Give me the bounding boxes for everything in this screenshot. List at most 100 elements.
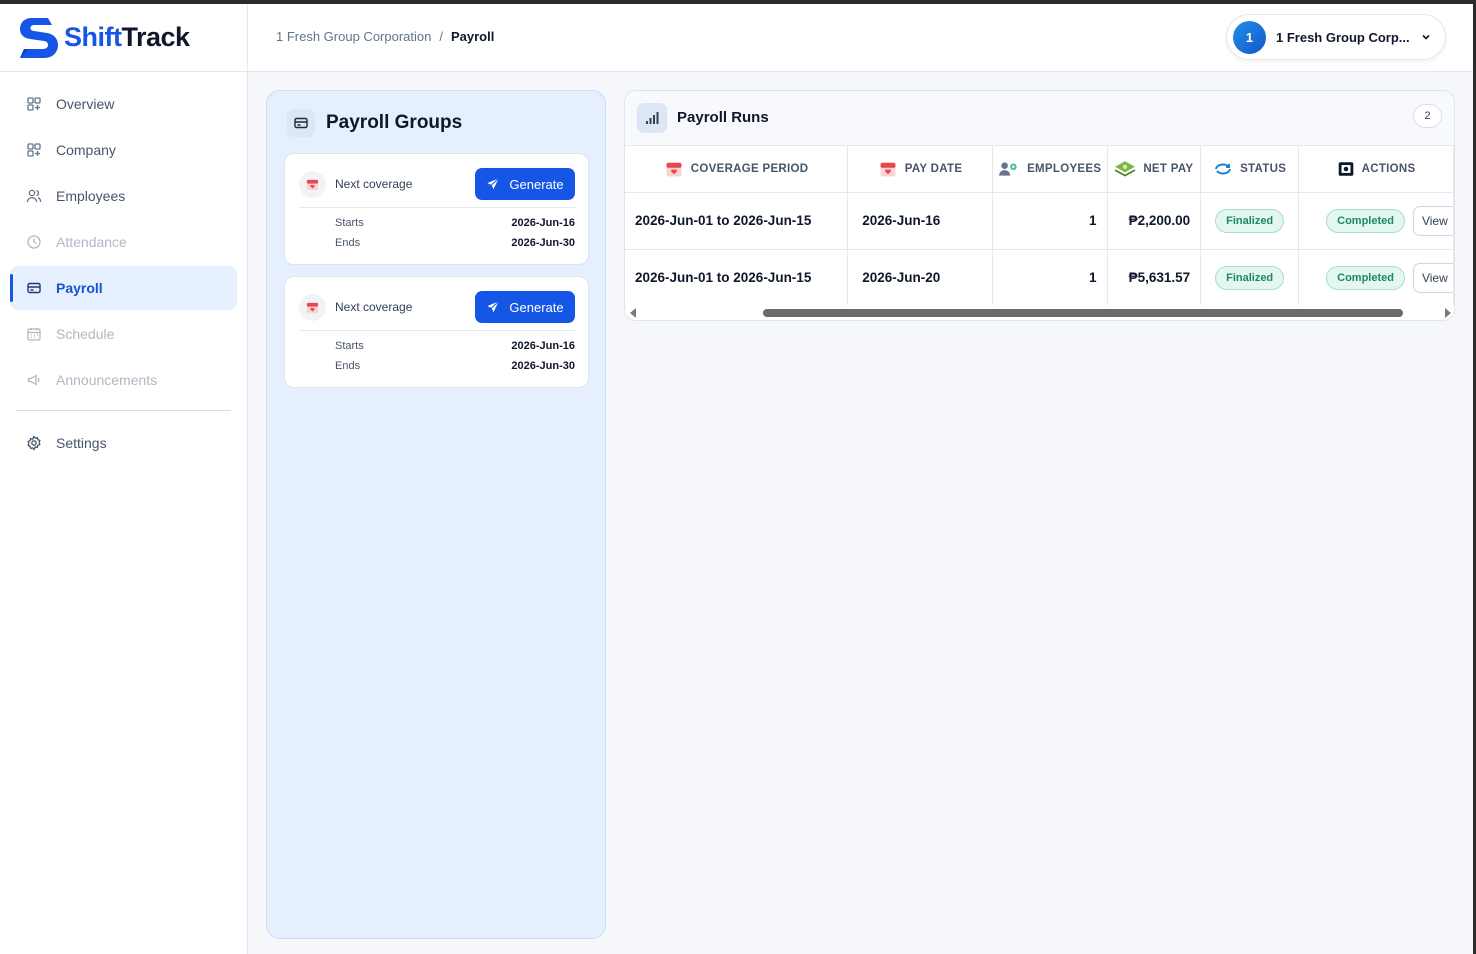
next-coverage-label: Next coverage [335,177,413,191]
sidebar-nav: Overview Company Employees Attendance Pa… [0,72,247,465]
generate-button[interactable]: Generate [475,291,575,323]
cell-employees: 1 [992,249,1108,307]
column-header-coverage[interactable]: COVERAGE PERIOD [625,146,849,193]
coverage-ends-value: 2026-Jun-30 [511,360,575,372]
completed-badge: Completed [1326,209,1405,234]
sidebar-item-employees[interactable]: Employees [10,174,237,218]
megaphone-icon [26,372,42,388]
sidebar-item-payroll[interactable]: Payroll [10,266,237,310]
users-icon [26,188,42,204]
money-icon [1115,161,1136,177]
sidebar-item-label: Employees [56,188,126,204]
send-icon [487,300,500,313]
sidebar-item-label: Announcements [56,372,158,388]
breadcrumb: 1 Fresh Group Corporation / Payroll [276,29,494,44]
sidebar-item-announcements[interactable]: Announcements [10,358,237,402]
sidebar-item-company[interactable]: Company [10,128,237,172]
clock-icon [26,234,42,250]
horizontal-scrollbar[interactable] [625,305,1454,320]
cell-coverage: 2026-Jun-01 to 2026-Jun-15 [625,192,849,250]
payroll-runs-panel: Payroll Runs 2 COVERAGE PERIOD PAY DATE … [624,90,1455,321]
shifttrack-logo-icon [20,17,58,58]
logo[interactable]: ShiftTrack [0,4,247,72]
payroll-card-icon [287,109,315,137]
coverage-ends-row: Ends 2026-Jun-30 [335,360,575,372]
payroll-runs-table: COVERAGE PERIOD PAY DATE EMPLOYEES NET P… [625,146,1454,307]
grid-icon [26,96,42,112]
breadcrumb-current: Payroll [450,29,495,44]
scroll-left-arrow-icon[interactable] [630,308,636,318]
calendar-heart-icon [880,162,896,177]
sidebar: ShiftTrack Overview Company Employees At… [0,4,248,954]
coverage-ends-row: Ends 2026-Jun-30 [335,237,575,249]
coverage-starts-value: 2026-Jun-16 [511,340,575,352]
chevron-down-icon [1420,31,1432,43]
breadcrumb-parent[interactable]: 1 Fresh Group Corporation [276,29,431,44]
column-header-employees[interactable]: EMPLOYEES [992,146,1108,193]
column-header-pay-date[interactable]: PAY DATE [847,146,993,193]
payroll-runs-header: Payroll Runs 2 [625,91,1454,146]
actions-icon [1338,162,1353,176]
coverage-starts-value: 2026-Jun-16 [511,217,575,229]
payroll-groups-title: Payroll Groups [326,112,463,133]
sidebar-item-label: Settings [56,435,107,451]
scrollbar-thumb[interactable] [763,309,1403,317]
table-header-row: COVERAGE PERIOD PAY DATE EMPLOYEES NET P… [625,146,1454,193]
status-badge: Finalized [1215,265,1285,290]
sidebar-item-overview[interactable]: Overview [10,82,237,126]
table-row[interactable]: 2026-Jun-01 to 2026-Jun-15 2026-Jun-20 1… [625,249,1454,307]
top-header: 1 Fresh Group Corporation / Payroll 1 1 … [248,4,1473,72]
send-icon [487,177,500,190]
cell-net-pay: ₱5,631.57 [1107,249,1202,307]
coverage-starts-row: Starts 2026-Jun-16 [335,217,575,229]
brand-name: ShiftTrack [64,22,190,52]
view-button[interactable]: View [1412,262,1453,293]
refresh-icon [1215,163,1232,175]
grid-icon [26,142,42,158]
view-button[interactable]: View [1412,205,1453,236]
completed-badge: Completed [1326,266,1405,291]
sidebar-item-label: Attendance [56,234,127,250]
sidebar-item-label: Overview [56,96,115,112]
column-header-net-pay[interactable]: NET PAY [1107,146,1202,193]
cell-coverage: 2026-Jun-01 to 2026-Jun-15 [625,249,849,307]
sidebar-item-label: Company [56,142,116,158]
generate-button[interactable]: Generate [475,168,575,200]
avatar: 1 [1233,20,1266,54]
sidebar-item-attendance[interactable]: Attendance [10,220,237,264]
sidebar-item-label: Schedule [56,326,115,342]
cell-pay-date: 2026-Jun-16 [847,192,993,250]
gear-icon [26,435,42,451]
scroll-right-arrow-icon[interactable] [1445,308,1451,318]
table-row[interactable]: 2026-Jun-01 to 2026-Jun-15 2026-Jun-16 1… [625,192,1454,250]
employees-icon [999,162,1017,176]
calendar-icon [26,326,42,342]
payroll-card-icon [26,280,42,296]
calendar-heart-icon [666,162,682,177]
column-header-status[interactable]: STATUS [1200,146,1300,193]
cell-employees: 1 [992,192,1108,250]
cell-pay-date: 2026-Jun-20 [847,249,993,307]
cell-net-pay: ₱2,200.00 [1107,192,1202,250]
sidebar-item-settings[interactable]: Settings [10,421,237,465]
sidebar-item-schedule[interactable]: Schedule [10,312,237,356]
coverage-ends-value: 2026-Jun-30 [511,237,575,249]
payroll-groups-panel: Payroll Groups Next coverage Generate St… [266,90,606,939]
sidebar-divider [16,410,231,411]
runs-count-badge: 2 [1413,104,1442,128]
column-header-actions[interactable]: ACTIONS [1298,146,1454,193]
calendar-heart-icon [299,294,326,321]
coverage-starts-row: Starts 2026-Jun-16 [335,340,575,352]
calendar-heart-icon [299,171,326,198]
status-badge: Finalized [1215,208,1285,233]
sidebar-item-label: Payroll [56,280,103,296]
company-switcher[interactable]: 1 1 Fresh Group Corp... [1226,14,1446,60]
payroll-group-card: Next coverage Generate Starts 2026-Jun-1… [284,276,589,388]
company-name: 1 Fresh Group Corp... [1276,29,1410,45]
bar-chart-icon [637,103,667,133]
next-coverage-label: Next coverage [335,300,413,314]
payroll-group-card: Next coverage Generate Starts 2026-Jun-1… [284,153,589,265]
breadcrumb-separator: / [439,29,443,44]
payroll-groups-header: Payroll Groups [287,109,462,137]
payroll-runs-title: Payroll Runs [677,109,769,126]
